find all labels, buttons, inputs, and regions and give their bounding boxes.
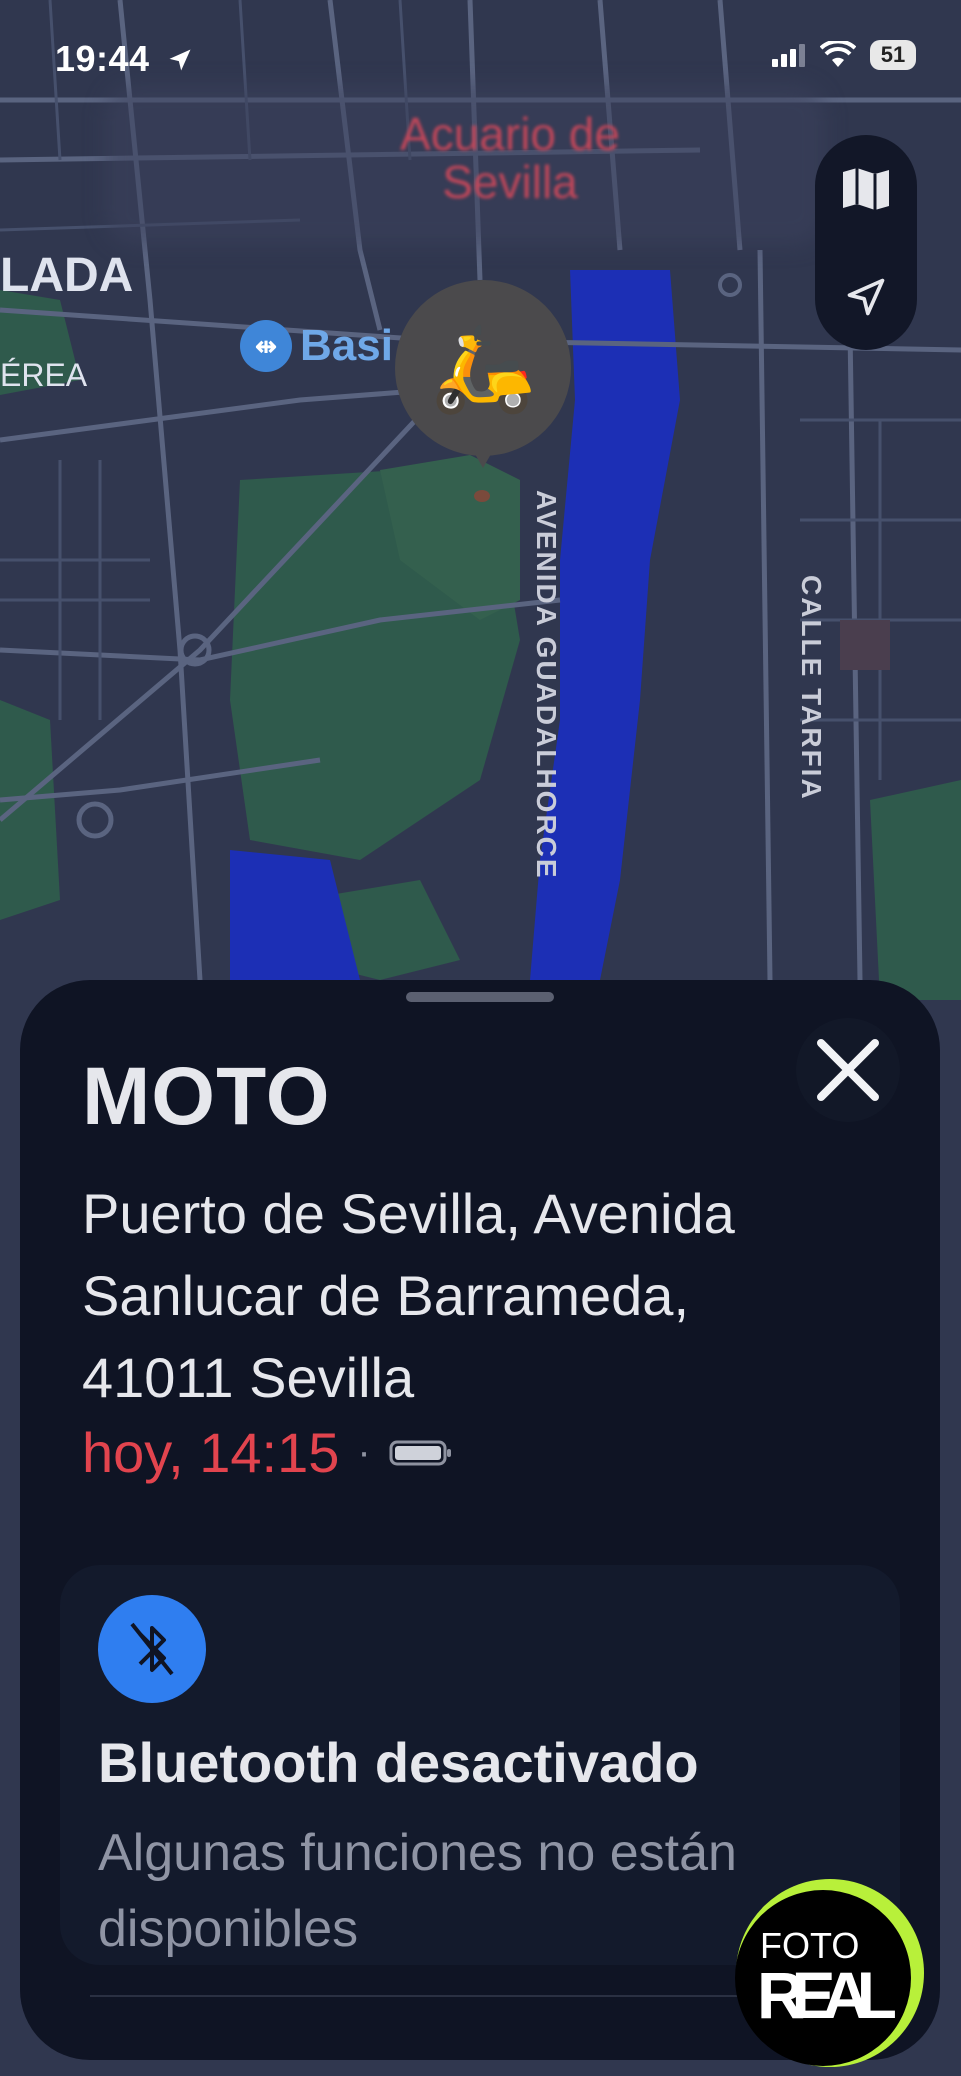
sheet-grabber[interactable] <box>406 992 554 1002</box>
close-icon <box>817 1039 879 1101</box>
map-label-lada: LADA <box>0 249 134 302</box>
address-line: Puerto de Sevilla, Avenida <box>82 1182 735 1245</box>
address-line: 41011 Sevilla <box>82 1346 415 1409</box>
gym-poi[interactable]: ⇹ Basi <box>240 320 393 372</box>
scooter-icon: 🛵 <box>430 320 536 415</box>
map-label-acuario: Acuario de Sevilla <box>400 108 620 208</box>
last-seen-row: hoy, 14:15 · <box>82 1420 453 1485</box>
last-seen-time: hoy, 14:15 <box>82 1421 340 1484</box>
map-label-aerea: ÉREA <box>0 357 88 393</box>
map-icon[interactable] <box>841 166 891 212</box>
battery-indicator: 51 <box>870 40 916 70</box>
pin-location-dot <box>474 490 490 502</box>
badge-line2: REAL <box>757 1958 897 2032</box>
map-controls <box>815 135 917 350</box>
dumbbell-icon: ⇹ <box>240 320 292 372</box>
bluetooth-off-icon <box>98 1595 206 1703</box>
battery-full-icon <box>389 1440 451 1465</box>
location-active-icon <box>169 49 191 71</box>
screen: LADA ÉREA ⇹ Basi AVENIDA GUADALHORCE CAL… <box>0 0 961 2076</box>
item-title: MOTO <box>82 1051 331 1142</box>
location-arrow-icon[interactable] <box>844 275 888 319</box>
wifi-icon <box>820 41 856 67</box>
status-right: 51 <box>772 40 916 70</box>
pin-tail <box>467 440 499 468</box>
status-time-text: 19:44 <box>55 38 150 79</box>
status-time: 19:44 <box>55 38 194 80</box>
item-address: Puerto de Sevilla, Avenida Sanlucar de B… <box>82 1173 882 1419</box>
map-label-calle: CALLE TARFIA <box>796 575 827 801</box>
separator-dot: · <box>357 1430 371 1474</box>
bluetooth-title: Bluetooth desactivado <box>98 1731 699 1794</box>
close-button[interactable] <box>796 1018 900 1122</box>
foto-real-badge: FOTO REAL <box>735 1879 924 2067</box>
address-line: Sanlucar de Barrameda, <box>82 1264 690 1327</box>
signal-icon <box>772 44 805 67</box>
scooter-pin[interactable]: 🛵 <box>395 280 571 456</box>
map-label-avenida: AVENIDA GUADALHORCE <box>531 490 562 880</box>
map-label-basi: Basi <box>300 321 393 370</box>
